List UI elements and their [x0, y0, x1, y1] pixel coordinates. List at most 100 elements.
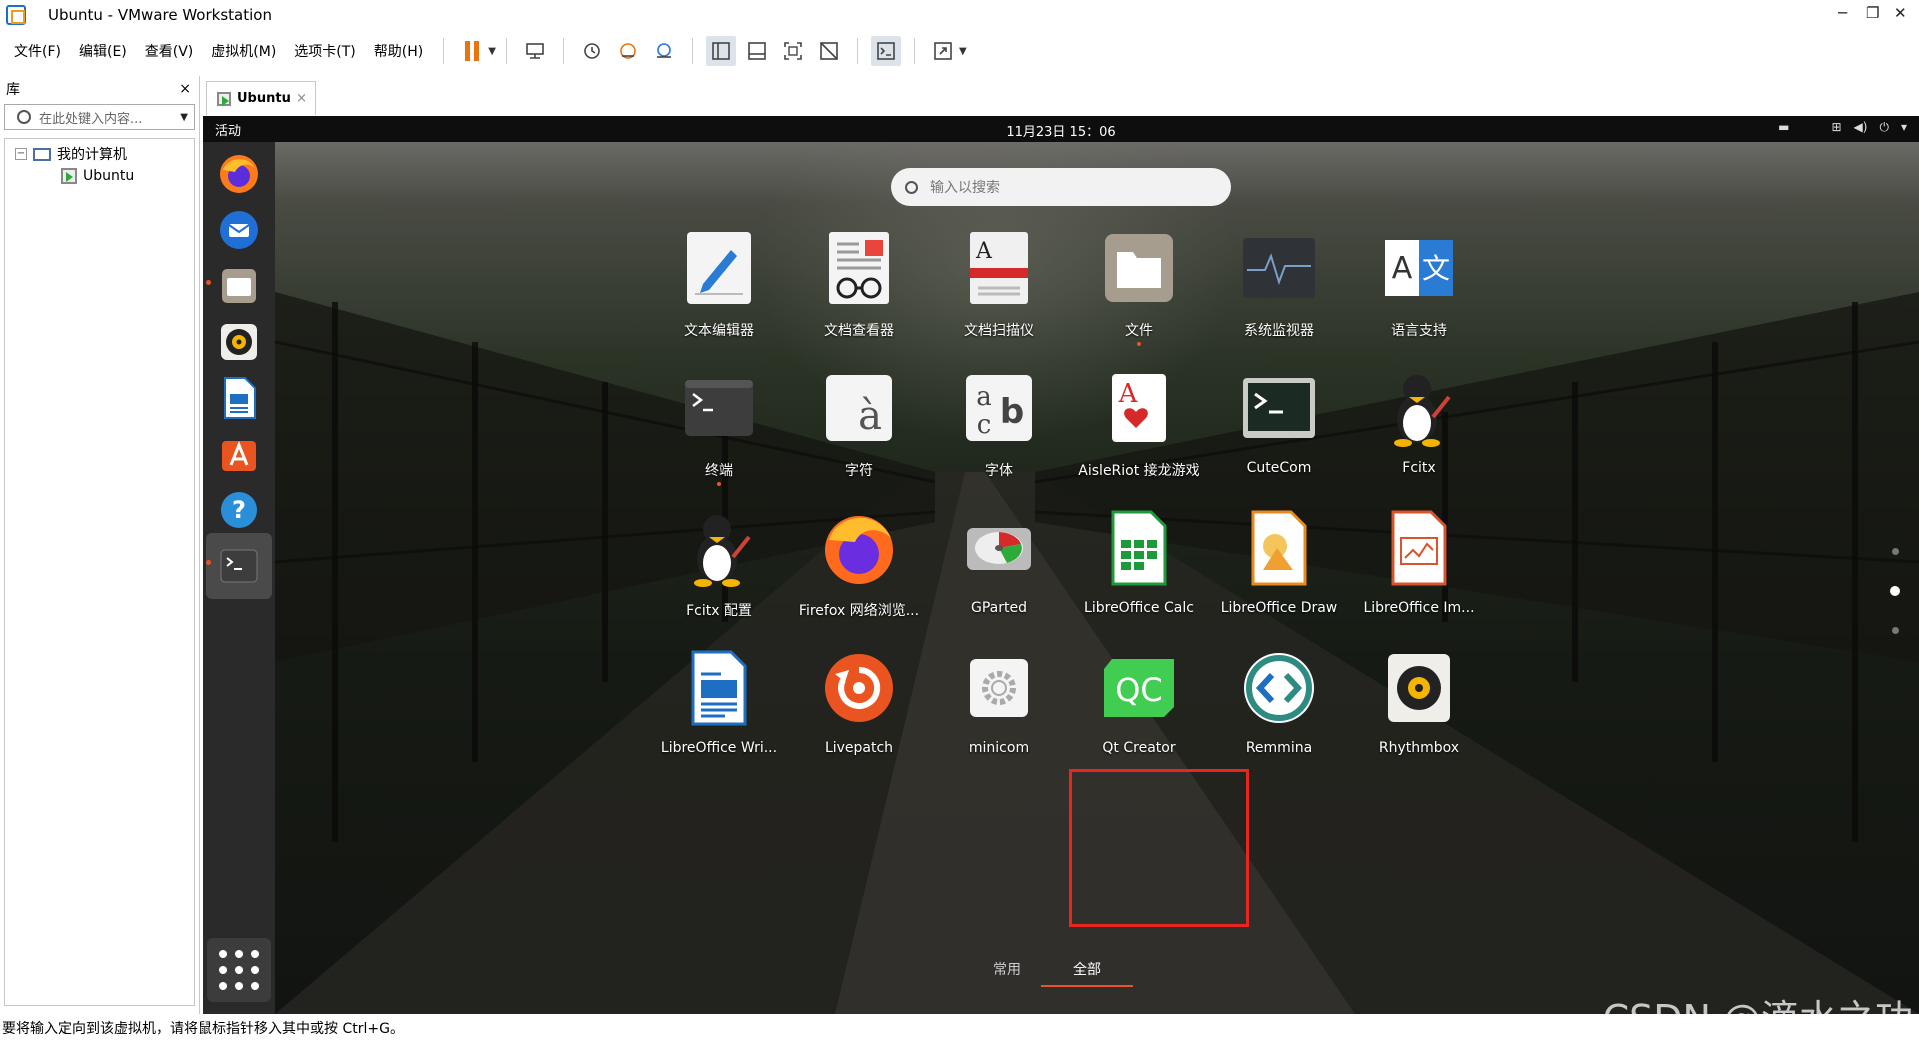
- minimize-button[interactable]: ─: [1838, 4, 1847, 22]
- system-monitor-icon: [1243, 238, 1315, 298]
- dock-libreoffice-writer[interactable]: [213, 372, 265, 424]
- firefox-icon: [825, 516, 893, 584]
- thunderbird-icon: [220, 211, 258, 249]
- snapshot-manager-button[interactable]: [649, 36, 679, 66]
- page-indicator-dot[interactable]: [1892, 627, 1899, 634]
- dock-files[interactable]: [213, 260, 265, 312]
- app-label: Remmina: [1245, 740, 1313, 756]
- search-placeholder: 输入以搜索: [930, 180, 1000, 196]
- library-panel: 库 × 在此处键入内容... ▼ − 我的计算机 Ubuntu: [0, 76, 200, 1014]
- restore-button[interactable]: ❐: [1866, 4, 1879, 22]
- network-icon[interactable]: ⊞: [1831, 120, 1841, 135]
- app-view-tabs: 常用 全部: [993, 959, 1133, 987]
- tree-item-my-computer[interactable]: − 我的计算机: [5, 143, 194, 165]
- app-label: 文件: [1125, 323, 1153, 339]
- aisleriot-icon: A: [1112, 374, 1166, 442]
- dock-ubuntu-software[interactable]: [213, 428, 265, 480]
- keyboard-indicator-icon[interactable]: ▬: [1778, 120, 1789, 135]
- app-label: 语言支持: [1391, 323, 1447, 339]
- app-label: 系统监视器: [1244, 323, 1314, 339]
- terminal-icon: [685, 380, 753, 436]
- rhythmbox-icon: [221, 324, 257, 360]
- tree-item-label: 我的计算机: [57, 147, 127, 163]
- pause-button[interactable]: [457, 36, 487, 66]
- qt-creator-highlight-box: [1069, 769, 1249, 927]
- app-label: Fcitx 配置: [686, 603, 752, 619]
- svg-text:c: c: [977, 410, 992, 440]
- text-editor-icon: [687, 232, 751, 304]
- page-indicator-dot-active[interactable]: [1890, 586, 1900, 596]
- app-fcitx[interactable]: Fcitx: [1334, 364, 1504, 494]
- pause-dropdown-icon[interactable]: ▼: [488, 46, 496, 57]
- firefox-icon: [220, 155, 258, 193]
- library-search-placeholder: 在此处键入内容...: [39, 111, 143, 127]
- terminal-icon: [220, 549, 258, 583]
- pause-icon: [465, 41, 480, 61]
- menu-help[interactable]: 帮助(H): [366, 41, 431, 61]
- send-ctrl-alt-del-button[interactable]: [520, 36, 550, 66]
- fullscreen-button[interactable]: [778, 36, 808, 66]
- library-search-input[interactable]: 在此处键入内容... ▼: [4, 104, 195, 130]
- revert-snapshot-button[interactable]: [613, 36, 643, 66]
- volume-icon[interactable]: ◀): [1854, 120, 1868, 135]
- menu-vm[interactable]: 虚拟机(M): [203, 41, 284, 61]
- menu-tabs[interactable]: 选项卡(T): [286, 41, 363, 61]
- app-label: Livepatch: [824, 740, 894, 756]
- unity-icon: [820, 42, 838, 60]
- page-indicator-dot[interactable]: [1892, 548, 1899, 555]
- running-indicator: [206, 280, 211, 285]
- tab-close-button[interactable]: ×: [296, 91, 307, 106]
- menu-view[interactable]: 查看(V): [137, 41, 202, 61]
- console-view-button[interactable]: [870, 36, 901, 66]
- thumbnail-bar-button[interactable]: [742, 36, 772, 66]
- tab-all[interactable]: 全部: [1041, 959, 1133, 987]
- libreoffice-writer-icon: [224, 377, 256, 419]
- dock-thunderbird[interactable]: [213, 204, 265, 256]
- menu-edit[interactable]: 编辑(E): [71, 41, 135, 61]
- collapse-toggle-icon[interactable]: −: [15, 148, 27, 160]
- system-tray[interactable]: ▬ ⊞ ◀) ⏻ ▾: [1778, 120, 1907, 135]
- app-language-support[interactable]: A文 语言支持: [1334, 224, 1504, 354]
- show-library-button[interactable]: [705, 36, 736, 66]
- tree-item-ubuntu[interactable]: Ubuntu: [5, 165, 194, 187]
- dock-help[interactable]: ?: [213, 484, 265, 536]
- dock-rhythmbox[interactable]: [213, 316, 265, 368]
- app-label: Rhythmbox: [1378, 740, 1460, 756]
- search-icon: [905, 180, 918, 194]
- dock-firefox[interactable]: [213, 148, 265, 200]
- app-search-input[interactable]: 输入以搜索: [891, 168, 1231, 206]
- gnome-topbar: 活动 11月23日 15：06 ▬ ⊞ ◀) ⏻ ▾: [203, 116, 1919, 144]
- libreoffice-impress-icon: [1391, 510, 1447, 586]
- app-libreoffice-impress[interactable]: LibreOffice Im...: [1334, 504, 1504, 634]
- tab-frequent[interactable]: 常用: [993, 959, 1021, 979]
- stretch-dropdown-icon[interactable]: ▼: [959, 46, 967, 57]
- toolbar-separator: [562, 38, 564, 64]
- power-icon[interactable]: ⏻: [1879, 120, 1889, 135]
- chevron-down-icon[interactable]: ▼: [180, 112, 188, 123]
- search-icon: [17, 110, 31, 124]
- vm-console-screen[interactable]: 活动 11月23日 15：06 ▬ ⊞ ◀) ⏻ ▾ ? 输入以搜索 文本编辑器…: [203, 116, 1919, 1014]
- help-icon: ?: [221, 492, 257, 528]
- close-button[interactable]: ✕: [1894, 4, 1907, 22]
- gparted-icon: [967, 528, 1031, 570]
- running-indicator: [206, 560, 211, 565]
- grid-dot: [251, 982, 259, 990]
- libreoffice-calc-icon: [1111, 510, 1167, 586]
- chevron-down-icon[interactable]: ▾: [1901, 120, 1907, 135]
- fonts-icon: ac b: [966, 375, 1032, 441]
- app-rhythmbox[interactable]: Rhythmbox: [1334, 644, 1504, 774]
- menu-file[interactable]: 文件(F): [6, 41, 69, 61]
- dock-terminal[interactable]: [213, 540, 265, 592]
- library-close-button[interactable]: ×: [179, 81, 191, 97]
- library-tree: − 我的计算机 Ubuntu: [4, 138, 195, 1006]
- svg-text:à: à: [858, 393, 882, 439]
- stretch-guest-button[interactable]: [928, 36, 958, 66]
- app-label: Fcitx: [1402, 460, 1436, 476]
- snapshot-button[interactable]: [577, 36, 607, 66]
- unity-mode-button[interactable]: [814, 36, 844, 66]
- grid-dot: [235, 982, 243, 990]
- show-applications-button[interactable]: [207, 938, 271, 1002]
- clock[interactable]: 11月23日 15：06: [203, 121, 1919, 140]
- tab-ubuntu[interactable]: Ubuntu ×: [206, 81, 316, 115]
- tree-item-label: Ubuntu: [83, 168, 135, 184]
